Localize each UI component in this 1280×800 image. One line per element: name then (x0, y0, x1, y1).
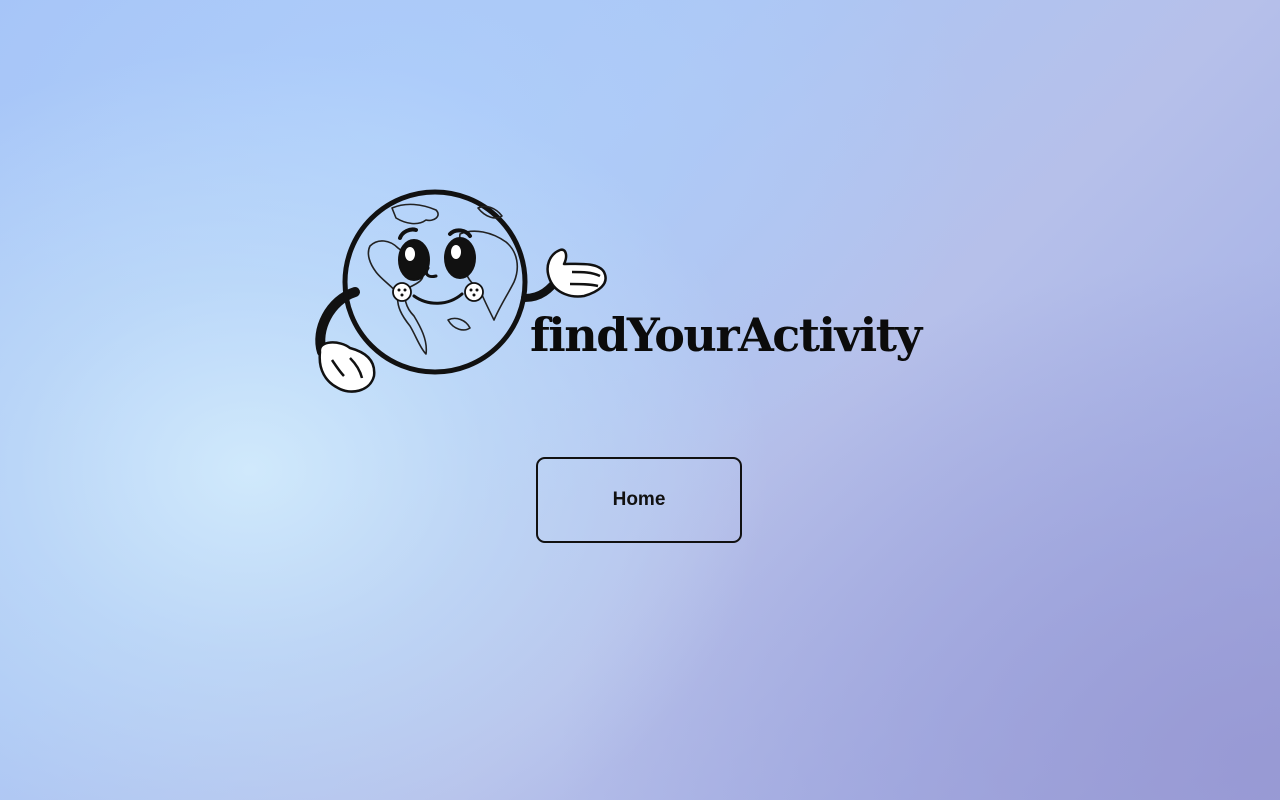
earth-mascot-icon (315, 189, 607, 393)
home-button[interactable]: Home (536, 457, 742, 543)
brand-name: findYourActivity (530, 308, 922, 362)
site-logo[interactable]: findYourActivity (310, 180, 970, 400)
